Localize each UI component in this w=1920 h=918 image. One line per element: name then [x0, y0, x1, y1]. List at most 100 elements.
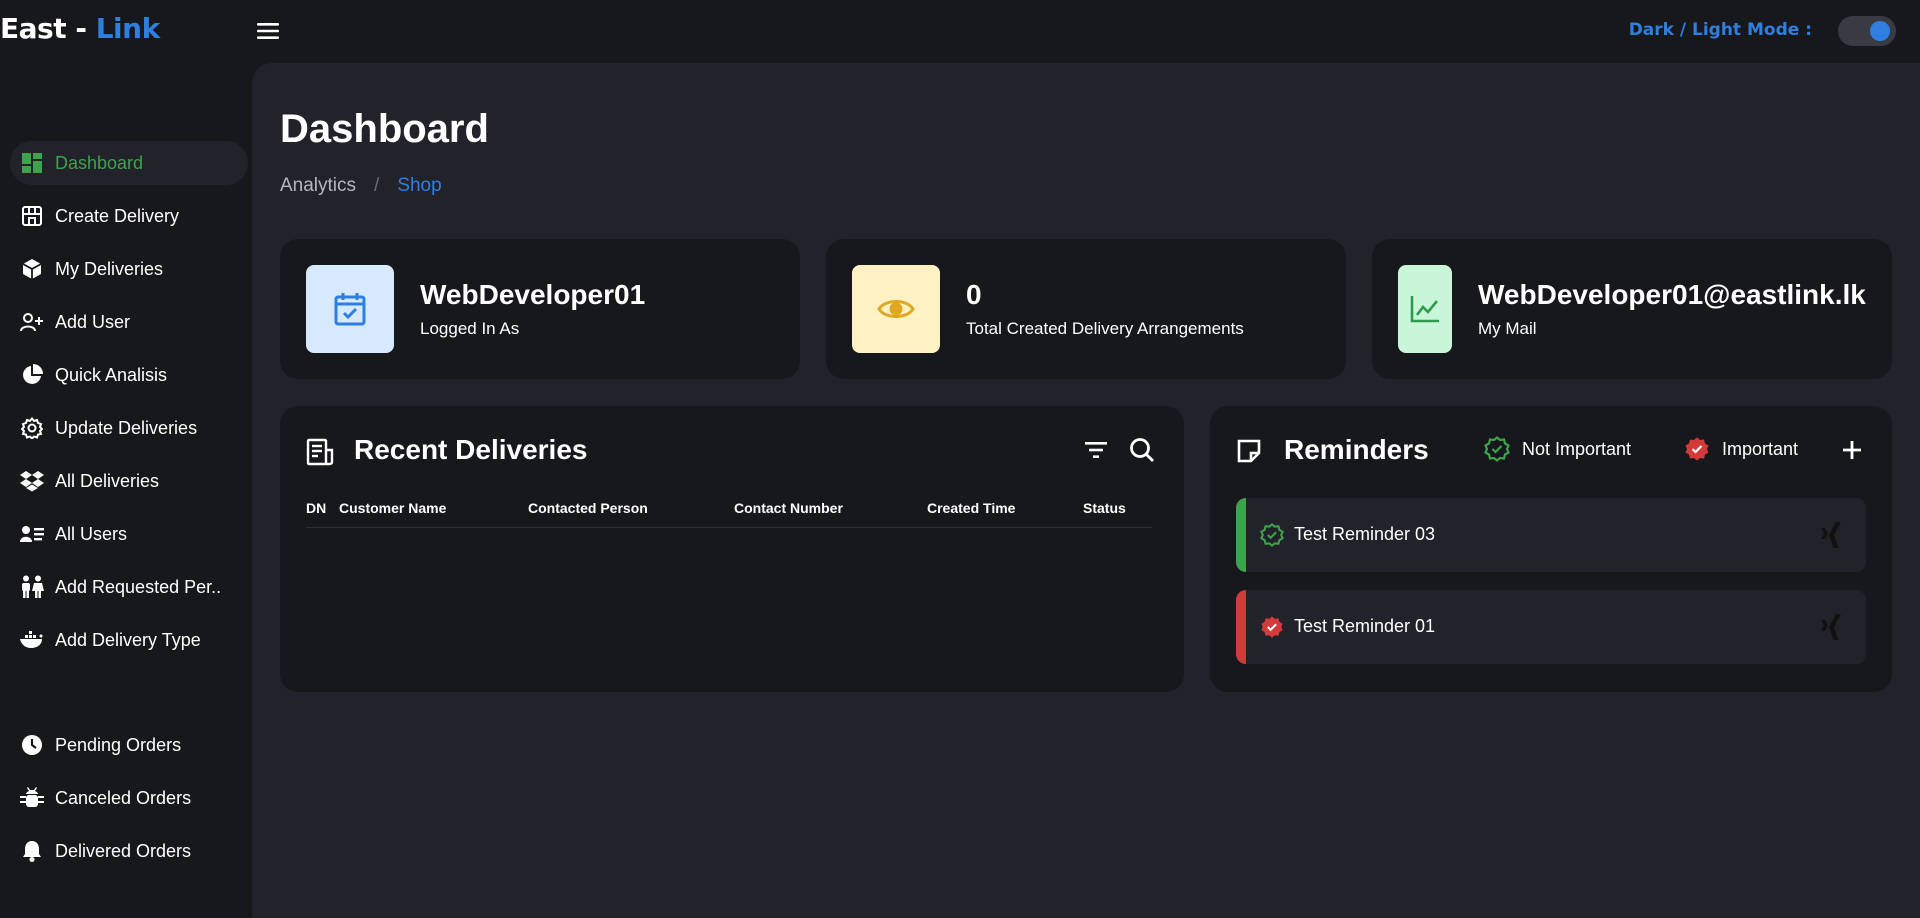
dark-light-mode-toggle[interactable] — [1838, 16, 1896, 46]
not-important-badge-icon — [1260, 523, 1284, 547]
column-header-status[interactable]: Status — [1083, 500, 1126, 516]
pie-chart-icon — [20, 363, 44, 387]
sidebar-item-label: Dashboard — [55, 152, 144, 173]
logo-accent-text: Link — [95, 12, 161, 45]
logo-main-text: East - — [0, 12, 87, 45]
reminder-status-bar — [1236, 590, 1246, 664]
not-important-badge-icon — [1484, 436, 1510, 462]
column-header-customer-name[interactable]: Customer Name — [339, 500, 446, 516]
package-icon — [20, 257, 44, 281]
column-header-contacted-person[interactable]: Contacted Person — [528, 500, 648, 516]
legend-important-label: Important — [1722, 438, 1799, 459]
sidebar-item-update-deliveries[interactable]: Update Deliveries — [10, 406, 248, 450]
receipt-icon — [306, 438, 334, 466]
sidebar-item-add-requested-person[interactable]: Add Requested Per.. — [10, 565, 248, 609]
breadcrumb-analytics[interactable]: Analytics — [280, 175, 356, 197]
sidebar-item-label: Add User — [55, 311, 131, 332]
xing-icon — [1821, 522, 1841, 548]
toggle-knob — [1870, 21, 1890, 41]
bell-icon — [20, 839, 44, 863]
sidebar-item-add-user[interactable]: Add User — [10, 300, 248, 344]
breadcrumb: Analytics / Shop — [280, 175, 442, 197]
stat-badge — [306, 265, 394, 353]
important-badge-icon — [1685, 437, 1709, 461]
reminder-delete-button[interactable] — [1818, 612, 1844, 642]
sidebar-item-pending-orders[interactable]: Pending Orders — [10, 723, 248, 767]
stat-value: WebDeveloper01 — [420, 279, 646, 310]
reminder-delete-button[interactable] — [1818, 520, 1844, 550]
sidebar-item-canceled-orders[interactable]: Canceled Orders — [10, 776, 248, 820]
legend-not-important-label: Not Important — [1522, 438, 1632, 459]
stat-caption: Total Created Delivery Arrangements — [966, 319, 1244, 338]
recent-deliveries-panel: Recent Deliveries DN Customer Name Conta… — [280, 406, 1184, 692]
reminder-item[interactable]: Test Reminder 03 — [1236, 498, 1866, 572]
store-icon — [20, 204, 44, 228]
stat-caption: My Mail — [1478, 319, 1537, 338]
filter-icon — [1085, 442, 1107, 458]
sidebar-item-dashboard[interactable]: Dashboard — [10, 141, 248, 185]
sidebar-item-label: All Users — [55, 523, 128, 544]
search-button[interactable] — [1128, 436, 1156, 464]
calendar-check-icon — [334, 293, 366, 326]
table-header-row: DN Customer Name Contacted Person Contac… — [306, 492, 1152, 528]
stat-value: WebDeveloper01@eastlink.lk — [1478, 279, 1866, 310]
sidebar-item-label: My Deliveries — [55, 258, 164, 279]
sidebar-item-delivered-orders[interactable]: Delivered Orders — [10, 829, 248, 873]
sidebar-item-label: All Deliveries — [55, 470, 160, 491]
ship-icon — [20, 628, 44, 652]
stat-badge — [852, 265, 940, 353]
legend-not-important[interactable]: Not Important — [1484, 436, 1631, 462]
stat-caption: Logged In As — [420, 319, 520, 338]
hamburger-icon — [257, 23, 279, 39]
stat-card-logged-in: WebDeveloper01 Logged In As — [280, 239, 800, 379]
bug-icon — [20, 786, 44, 810]
stat-value: 0 — [966, 279, 982, 310]
trend-chart-icon — [1410, 296, 1439, 323]
mode-label: Dark / Light Mode : — [1628, 20, 1812, 40]
user-list-icon — [20, 522, 44, 546]
sidebar-item-label: Delivered Orders — [55, 840, 192, 861]
breadcrumb-shop[interactable]: Shop — [397, 175, 441, 197]
gear-icon — [20, 416, 44, 440]
dropbox-icon — [20, 469, 44, 493]
column-header-contact-number[interactable]: Contact Number — [734, 500, 843, 516]
sidebar-item-add-delivery-type[interactable]: Add Delivery Type — [10, 618, 248, 662]
important-badge-icon — [1261, 616, 1283, 638]
sidebar-item-quick-analisis[interactable]: Quick Analisis — [10, 353, 248, 397]
reminder-text: Test Reminder 01 — [1294, 616, 1436, 636]
plus-icon — [1843, 441, 1861, 459]
reminders-panel: Reminders Not Important Important Test R… — [1210, 406, 1892, 692]
dashboard-icon — [20, 151, 44, 175]
sidebar-item-label: Add Requested Per.. — [55, 576, 222, 597]
sticky-note-icon — [1236, 438, 1264, 466]
xing-icon — [1821, 614, 1841, 640]
sidebar-item-my-deliveries[interactable]: My Deliveries — [10, 247, 248, 291]
app-logo[interactable]: East - Link — [0, 12, 160, 45]
filter-button[interactable] — [1082, 436, 1110, 464]
people-icon — [20, 575, 44, 599]
sidebar-item-label: Quick Analisis — [55, 364, 168, 385]
column-header-created-time[interactable]: Created Time — [927, 500, 1015, 516]
reminder-item[interactable]: Test Reminder 01 — [1236, 590, 1866, 664]
sidebar-item-label: Update Deliveries — [55, 417, 198, 438]
sidebar-item-label: Create Delivery — [55, 205, 180, 226]
stat-badge — [1398, 265, 1452, 353]
page-title: Dashboard — [280, 107, 489, 151]
legend-important[interactable]: Important — [1684, 436, 1798, 462]
reminder-status-bar — [1236, 498, 1246, 572]
sidebar-item-all-users[interactable]: All Users — [10, 512, 248, 556]
recent-deliveries-title: Recent Deliveries — [354, 434, 588, 465]
add-reminder-button[interactable] — [1838, 436, 1866, 464]
column-header-dn[interactable]: DN — [306, 500, 326, 516]
reminders-title: Reminders — [1284, 434, 1429, 465]
user-plus-icon — [20, 310, 44, 334]
sidebar-item-create-delivery[interactable]: Create Delivery — [10, 194, 248, 238]
main-content: Dashboard Analytics / Shop WebDeveloper0… — [252, 63, 1920, 918]
sidebar: Dashboard Create Delivery My Deliveries … — [0, 63, 252, 918]
top-bar: East - Link Dark / Light Mode : — [0, 0, 1920, 63]
sidebar-item-all-deliveries[interactable]: All Deliveries — [10, 459, 248, 503]
eye-icon — [877, 300, 915, 318]
breadcrumb-separator: / — [374, 175, 380, 196]
clock-icon — [20, 733, 44, 757]
hamburger-menu-button[interactable] — [254, 18, 282, 44]
